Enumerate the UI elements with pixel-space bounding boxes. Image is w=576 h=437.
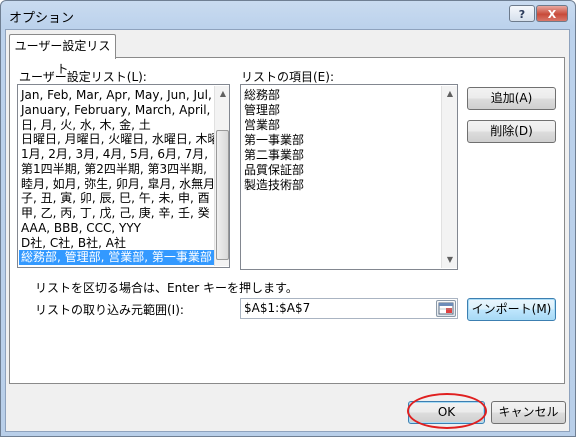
list-entry-line: 品質保証部 <box>244 163 305 177</box>
custom-list-item[interactable]: Jan, Feb, Mar, Apr, May, Jun, Jul, <box>19 88 214 103</box>
list-entry-line: 総務部 <box>244 88 281 102</box>
tab-custom-lists[interactable]: ユーザー設定リスト <box>9 34 116 76</box>
list-entry-line: 第一事業部 <box>244 133 305 147</box>
custom-list-item[interactable]: 日曜日, 月曜日, 火曜日, 水曜日, 木曜 <box>19 132 214 147</box>
custom-lists-label: ユーザー設定リスト(L): <box>19 70 147 84</box>
list-entry-line: 管理部 <box>244 103 281 117</box>
custom-list-item[interactable]: 子, 丑, 寅, 卯, 辰, 巳, 午, 未, 申, 酉 <box>19 191 214 206</box>
list-entries-label: リストの項目(E): <box>241 70 334 84</box>
range-collapse-icon <box>438 302 454 315</box>
scroll-thumb[interactable] <box>216 130 229 260</box>
ok-button[interactable]: OK <box>408 401 485 424</box>
add-button[interactable]: 追加(A) <box>467 87 556 110</box>
separator-hint: リストを区切る場合は、Enter キーを押します。 <box>35 281 298 295</box>
list-entries-textbox[interactable]: ▲ ▼ 総務部 管理部 営業部 第一事業部 第二事業部 品質保証部 製造技術部 <box>240 84 458 270</box>
custom-lists-scrollbar[interactable]: ▲ <box>214 86 229 266</box>
custom-list-item[interactable]: 第1四半期, 第2四半期, 第3四半期, <box>19 162 214 177</box>
scroll-up-arrow-icon[interactable]: ▲ <box>215 86 229 102</box>
cancel-button[interactable]: キャンセル <box>491 401 566 424</box>
custom-lists-listbox[interactable]: ▲ Jan, Feb, Mar, Apr, May, Jun, Jul, Janu… <box>17 84 230 268</box>
title-bar[interactable]: オプション ? X <box>1 1 575 29</box>
list-entry-line: 製造技術部 <box>244 178 305 192</box>
delete-button[interactable]: 削除(D) <box>467 120 556 143</box>
scroll-up-arrow-icon[interactable]: ▲ <box>442 86 457 102</box>
list-entry-line: 営業部 <box>244 118 281 132</box>
custom-list-item[interactable]: 甲, 乙, 丙, 丁, 戊, 己, 庚, 辛, 壬, 癸 <box>19 206 214 221</box>
custom-list-item[interactable]: D社, C社, B社, A社 <box>19 236 214 251</box>
range-select-button[interactable] <box>436 300 456 317</box>
custom-list-item[interactable]: 総務部, 管理部, 営業部, 第一事業部 <box>19 250 214 266</box>
custom-list-item[interactable]: 日, 月, 火, 水, 木, 金, 土 <box>19 118 214 133</box>
close-button[interactable]: X <box>536 5 568 22</box>
help-button[interactable]: ? <box>509 5 535 22</box>
close-icon: X <box>547 8 557 21</box>
custom-list-item[interactable]: AAA, BBB, CCC, YYY <box>19 221 214 236</box>
import-button[interactable]: インポート(M) <box>467 298 556 321</box>
list-entries-scrollbar[interactable]: ▲ ▼ <box>441 86 457 268</box>
custom-list-item[interactable]: 1月, 2月, 3月, 4月, 5月, 6月, 7月, <box>19 147 214 162</box>
custom-list-item[interactable]: 睦月, 如月, 弥生, 卯月, 皐月, 水無月 <box>19 177 214 192</box>
list-entry-line: 第二事業部 <box>244 148 305 162</box>
window-title: オプション <box>9 11 75 26</box>
help-icon: ? <box>518 8 526 21</box>
custom-list-item[interactable]: January, February, March, April, <box>19 103 214 118</box>
scroll-down-arrow-icon[interactable]: ▼ <box>442 252 457 268</box>
import-range-input[interactable]: $A$1:$A$7 <box>240 298 458 319</box>
import-range-label: リストの取り込み元範囲(I): <box>35 303 184 317</box>
